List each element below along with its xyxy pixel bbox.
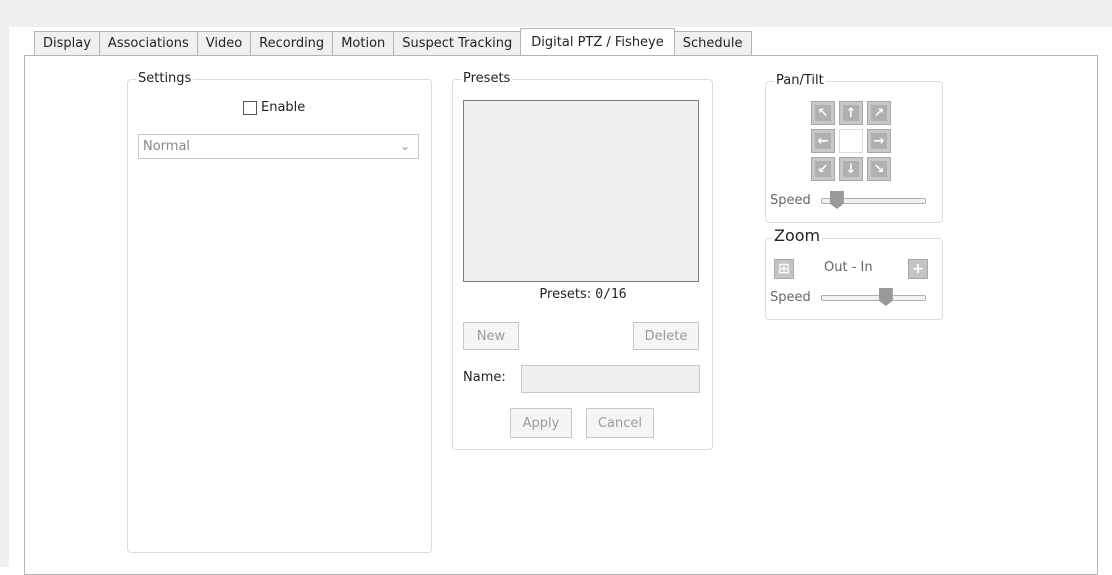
arrow-right-icon[interactable]: → <box>867 129 891 153</box>
plus-icon[interactable]: + <box>908 259 928 279</box>
mode-select-value: Normal <box>143 139 191 154</box>
pan-tilt-speed-label: Speed <box>770 193 811 208</box>
arrow-up-right-icon[interactable]: ↗ <box>867 101 891 125</box>
arrow-up-icon[interactable]: ↑ <box>839 101 863 125</box>
zoom-speed-slider[interactable] <box>821 295 926 301</box>
tab-display[interactable]: Display <box>34 31 100 55</box>
arrow-up-left-icon[interactable]: ↖ <box>811 101 835 125</box>
arrow-left-icon[interactable]: ← <box>811 129 835 153</box>
pan-tilt-center <box>839 129 863 153</box>
zoom-out-icon[interactable]: ⊞ <box>774 259 794 279</box>
zoom-range-label: Out - In <box>824 260 873 275</box>
presets-count-value: 0/16 <box>595 287 627 302</box>
pan-tilt-group: Pan/Tilt ↖ ↑ ↗ ← → ↙ ↓ ↘ Speed <box>765 73 943 223</box>
tab-schedule[interactable]: Schedule <box>673 31 752 55</box>
enable-label[interactable]: Enable <box>261 100 305 115</box>
tab-motion[interactable]: Motion <box>332 31 395 55</box>
tab-recording[interactable]: Recording <box>250 31 334 55</box>
zoom-title: Zoom <box>772 226 823 245</box>
enable-row: Enable <box>243 100 305 115</box>
preset-name-input[interactable] <box>521 365 700 393</box>
pan-tilt-pad: ↖ ↑ ↗ ← → ↙ ↓ ↘ <box>811 101 891 181</box>
arrow-down-icon[interactable]: ↓ <box>839 157 863 181</box>
preset-name-label: Name: <box>463 370 506 385</box>
tab-suspect-tracking[interactable]: Suspect Tracking <box>393 31 522 55</box>
tab-video[interactable]: Video <box>196 31 252 55</box>
presets-group: Presets Presets: 0/16 New Delete Name: A… <box>452 71 713 450</box>
enable-checkbox[interactable] <box>243 100 257 115</box>
presets-list[interactable] <box>463 100 699 282</box>
window-frame-left <box>0 27 9 567</box>
tab-panel: Settings Enable Normal ⌄ Presets Presets… <box>24 55 1098 575</box>
arrow-down-right-icon[interactable]: ↘ <box>867 157 891 181</box>
mode-select[interactable]: Normal ⌄ <box>138 134 419 159</box>
pan-tilt-title: Pan/Tilt <box>774 73 826 89</box>
arrow-down-left-icon[interactable]: ↙ <box>811 157 835 181</box>
window-frame-top <box>0 0 1112 27</box>
chevron-down-icon: ⌄ <box>399 139 410 153</box>
settings-title: Settings <box>136 71 194 87</box>
presets-count-label: Presets: <box>539 287 592 302</box>
cancel-button[interactable]: Cancel <box>586 408 654 438</box>
zoom-speed-thumb[interactable] <box>878 288 893 306</box>
apply-button[interactable]: Apply <box>510 408 572 438</box>
pan-tilt-speed-thumb[interactable] <box>829 191 844 209</box>
zoom-speed-label: Speed <box>770 290 811 305</box>
presets-title: Presets <box>461 71 513 87</box>
presets-count: Presets: 0/16 <box>453 287 713 302</box>
settings-group: Settings Enable Normal ⌄ <box>127 71 432 553</box>
tab-digital-ptz-fisheye[interactable]: Digital PTZ / Fisheye <box>520 28 675 55</box>
new-preset-button[interactable]: New <box>463 322 519 350</box>
tab-strip: Display Associations Video Recording Mot… <box>34 28 752 55</box>
delete-preset-button[interactable]: Delete <box>633 322 699 350</box>
zoom-group: Zoom ⊞ Out - In + Speed <box>765 228 943 320</box>
tab-associations[interactable]: Associations <box>98 31 198 55</box>
